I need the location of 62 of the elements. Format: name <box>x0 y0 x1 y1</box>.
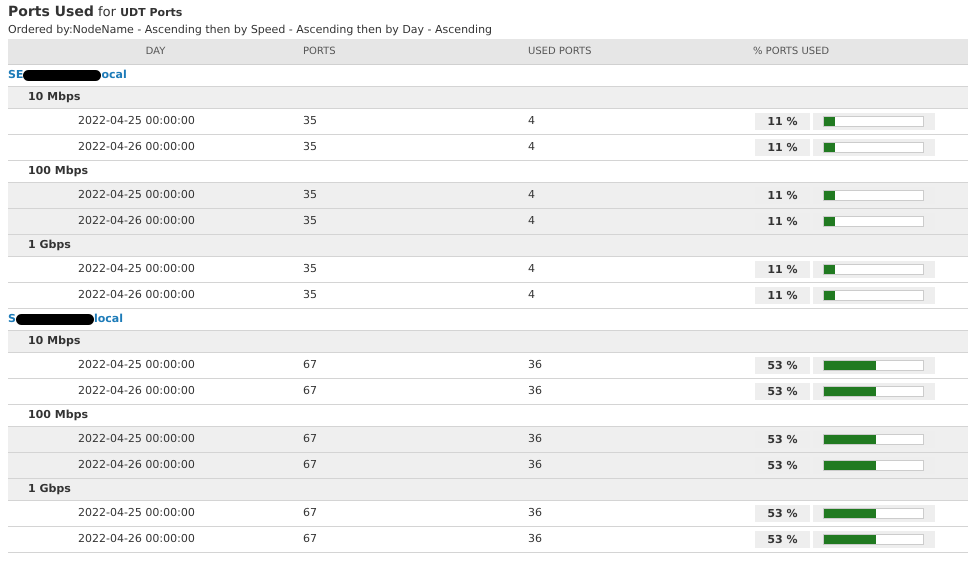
table-cell: 35 <box>303 262 317 276</box>
table-cell: 67 <box>303 532 317 546</box>
speed-group-label: 100 Mbps <box>28 163 88 180</box>
table-cell: 67 <box>303 432 317 446</box>
table-cell: 4 <box>528 188 535 202</box>
table-cell: 4 <box>528 262 535 276</box>
table-cell: 67 <box>303 458 317 472</box>
percent-label: 53 % <box>755 357 810 374</box>
report-subject: UDT Ports <box>120 6 182 19</box>
table-cell: 36 <box>528 506 542 520</box>
percent-label: 53 % <box>755 505 810 522</box>
table-cell: 4 <box>528 140 535 154</box>
table-cell: 2022-04-26 00:00:00 <box>78 458 195 472</box>
percent-label: 53 % <box>755 531 810 548</box>
speed-group-label: 10 Mbps <box>28 333 80 350</box>
table-cell: 2022-04-25 00:00:00 <box>78 188 195 202</box>
column-header[interactable]: DAY <box>146 46 166 57</box>
node-name-start[interactable]: S <box>8 311 16 328</box>
table-cell: 2022-04-25 00:00:00 <box>78 114 195 128</box>
table-cell: 36 <box>528 458 542 472</box>
column-header[interactable]: USED PORTS <box>528 46 592 57</box>
percent-label: 11 % <box>755 113 810 130</box>
column-header[interactable]: PORTS <box>303 46 336 57</box>
table-cell: 2022-04-26 00:00:00 <box>78 532 195 546</box>
table-cell: 35 <box>303 188 317 202</box>
table-cell: 4 <box>528 288 535 302</box>
table-cell: 2022-04-25 00:00:00 <box>78 262 195 276</box>
table-cell: 67 <box>303 506 317 520</box>
speed-group-label: 10 Mbps <box>28 89 80 106</box>
percent-label: 11 % <box>755 287 810 304</box>
table-cell: 35 <box>303 214 317 228</box>
column-header[interactable]: % PORTS USED <box>753 46 830 57</box>
percent-label: 11 % <box>755 139 810 156</box>
node-name-start[interactable]: SE <box>8 67 24 84</box>
table-cell: 35 <box>303 114 317 128</box>
node-name-end[interactable]: ocal <box>101 67 127 84</box>
table-cell: 67 <box>303 358 317 372</box>
table-cell: 2022-04-25 00:00:00 <box>78 358 195 372</box>
speed-group-label: 1 Gbps <box>28 237 71 254</box>
speed-group-label: 100 Mbps <box>28 407 88 424</box>
table-cell: 35 <box>303 140 317 154</box>
table-cell: 36 <box>528 384 542 398</box>
speed-group-label: 1 Gbps <box>28 481 71 498</box>
percent-label: 53 % <box>755 383 810 400</box>
table-cell: 2022-04-25 00:00:00 <box>78 506 195 520</box>
report-title: Ports Used <box>8 4 94 20</box>
table-cell: 36 <box>528 432 542 446</box>
ordering-text: Ordered by:NodeName - Ascending then by Speed - Ascending then by Day - Ascending <box>8 22 494 38</box>
title-connector: for <box>98 5 116 20</box>
table-cell: 36 <box>528 532 542 546</box>
table-cell: 2022-04-26 00:00:00 <box>78 140 195 154</box>
table-cell: 35 <box>303 288 317 302</box>
table-cell: 2022-04-26 00:00:00 <box>78 288 195 302</box>
table-cell: 67 <box>303 384 317 398</box>
table-cell: 36 <box>528 358 542 372</box>
table-cell: 4 <box>528 114 535 128</box>
table-cell: 2022-04-26 00:00:00 <box>78 214 195 228</box>
node-name-end[interactable]: local <box>94 311 123 328</box>
table-cell: 2022-04-26 00:00:00 <box>78 384 195 398</box>
percent-label: 11 % <box>755 261 810 278</box>
table-cell: 2022-04-25 00:00:00 <box>78 432 195 446</box>
table-cell: 4 <box>528 214 535 228</box>
